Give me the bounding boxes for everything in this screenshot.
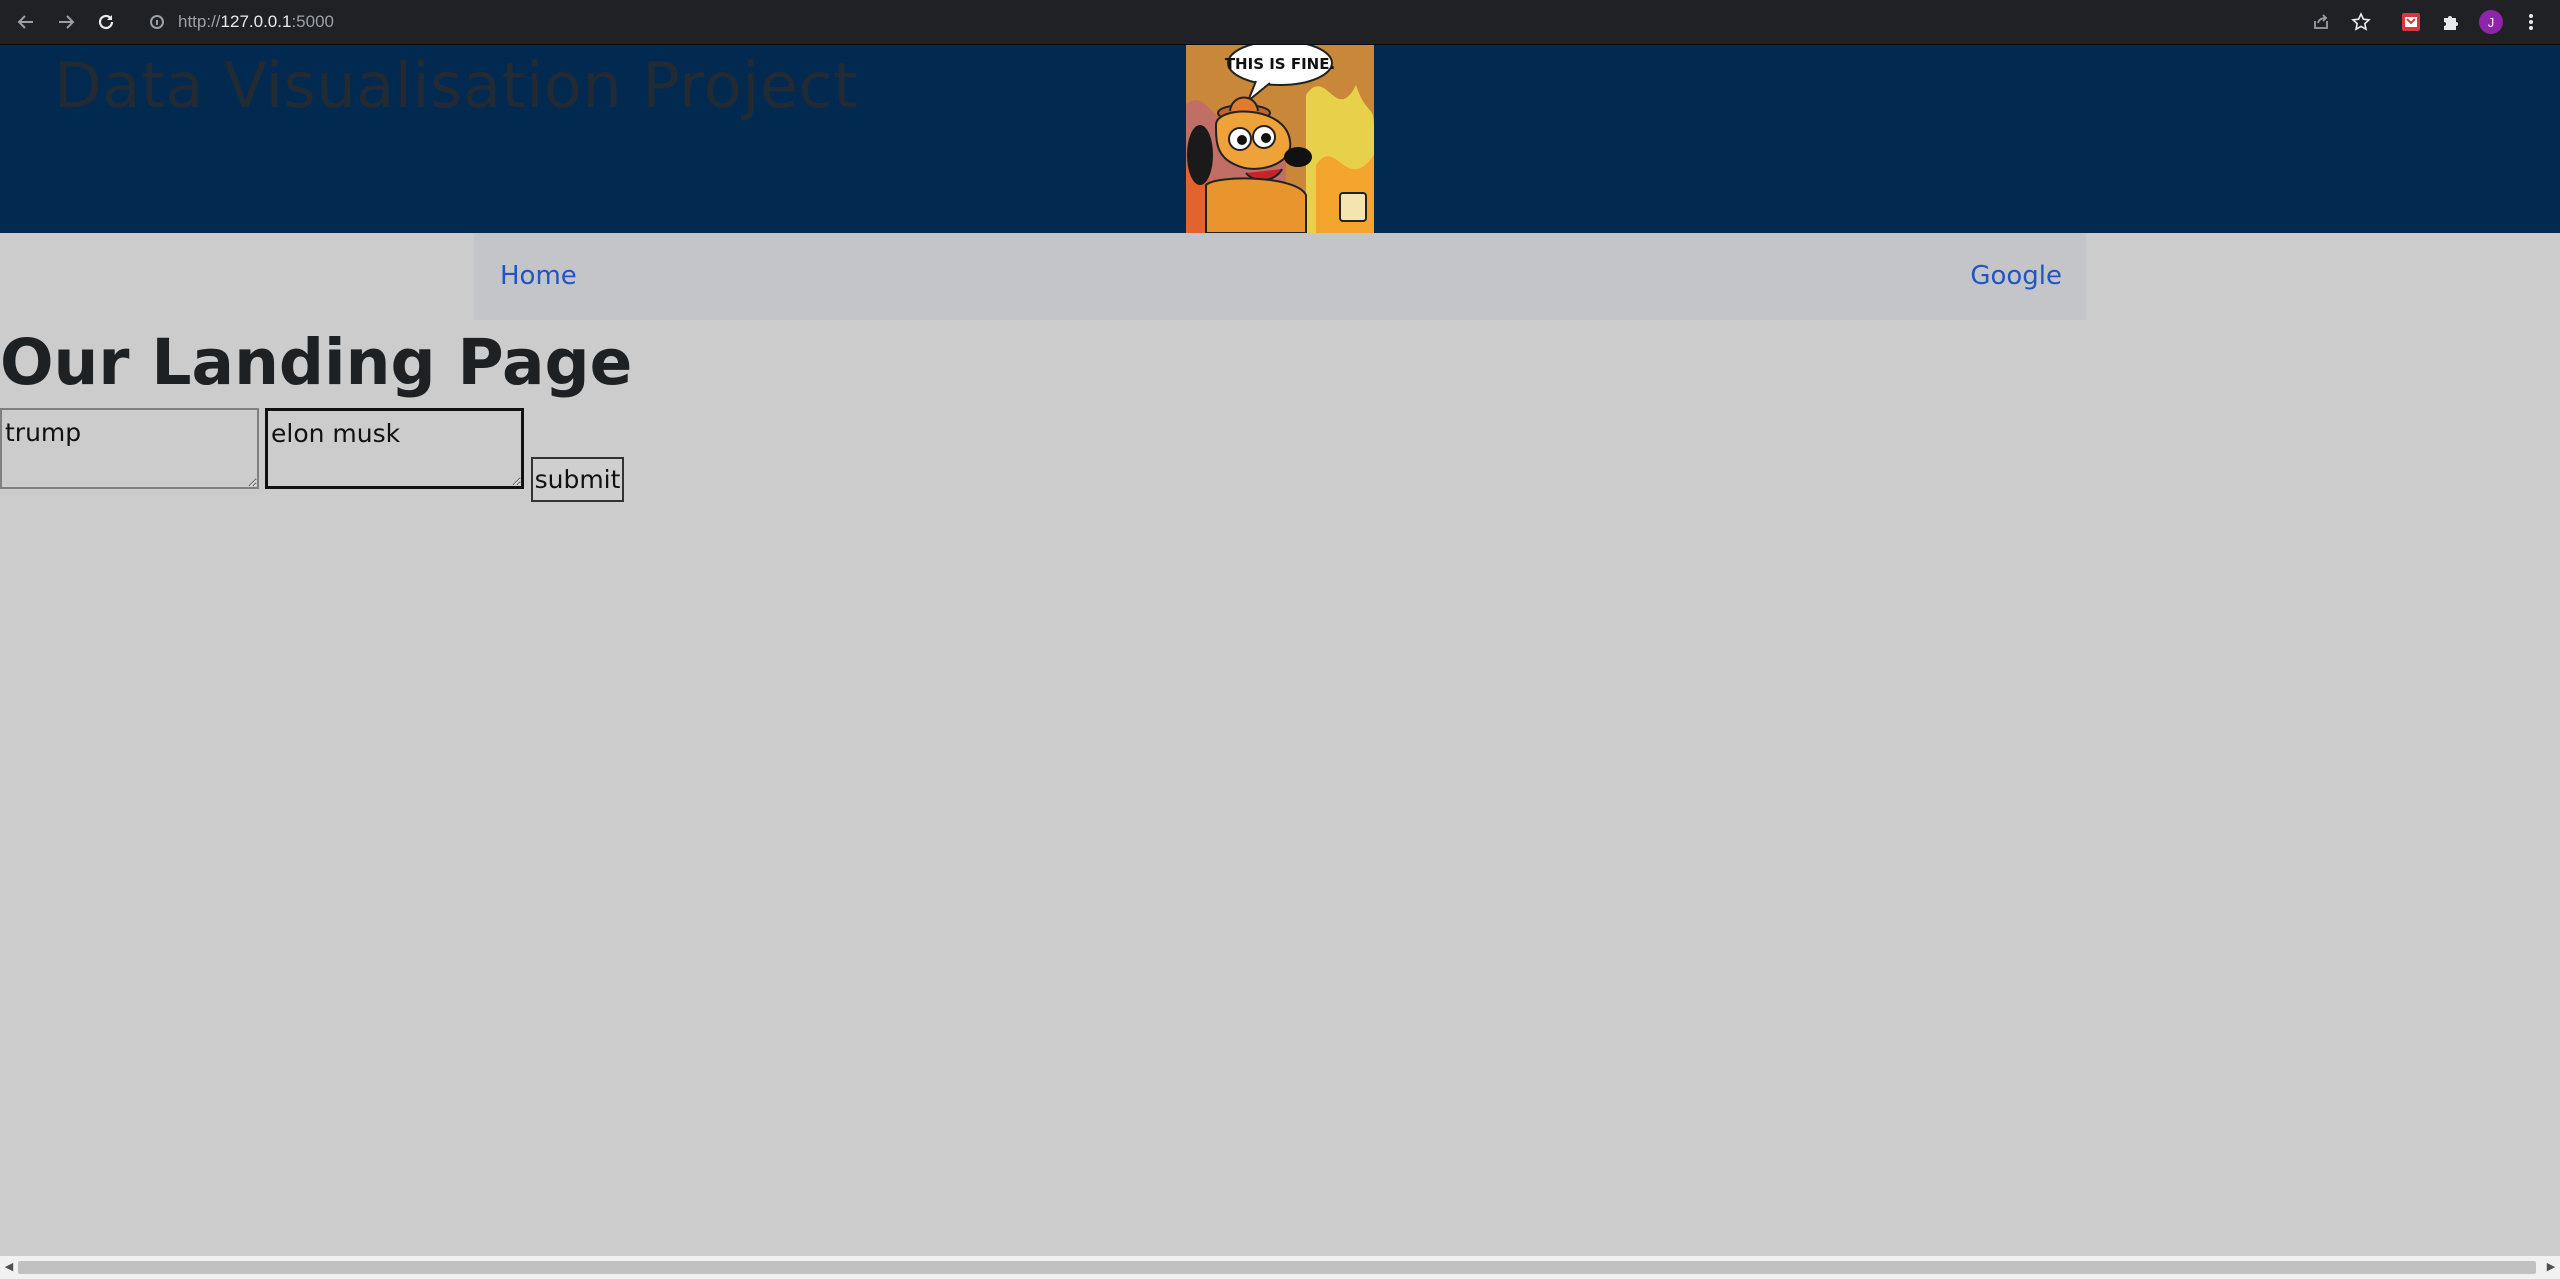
nav-link-google[interactable]: Google (1970, 261, 2062, 291)
this-is-fine-image: THIS IS FINE. (1186, 45, 1374, 233)
address-bar[interactable]: http://127.0.0.1:5000 (140, 7, 1240, 37)
kebab-menu-icon[interactable] (2518, 9, 2544, 35)
forward-icon[interactable] (52, 8, 80, 36)
star-icon[interactable] (2348, 9, 2374, 35)
extension-icon[interactable] (2398, 9, 2424, 35)
submit-button[interactable]: submit (531, 457, 624, 502)
profile-initial: J (2479, 10, 2503, 34)
scrollbar-thumb[interactable] (18, 1261, 2536, 1274)
navbar: Home Google (474, 233, 2086, 320)
search-input-2[interactable]: elon musk (265, 408, 524, 489)
reload-icon[interactable] (92, 8, 120, 36)
scroll-left-icon[interactable]: ◀ (2, 1260, 16, 1274)
site-title: Data Visualisation Project (54, 49, 858, 122)
url-host: 127.0.0.1 (220, 12, 292, 31)
info-icon[interactable] (150, 15, 164, 29)
profile-avatar[interactable]: J (2478, 9, 2504, 35)
site-header: Data Visualisation Project THIS IS FINE. (0, 45, 2560, 233)
horizontal-scrollbar[interactable]: ◀ ▶ (0, 1256, 2560, 1279)
back-icon[interactable] (12, 8, 40, 36)
browser-toolbar: http://127.0.0.1:5000 J (0, 0, 2560, 45)
url-suffix: :5000 (291, 12, 334, 31)
share-icon[interactable] (2308, 9, 2334, 35)
page-heading: Our Landing Page (0, 326, 633, 399)
nav-link-home[interactable]: Home (500, 261, 577, 291)
puzzle-icon[interactable] (2438, 9, 2464, 35)
meme-caption: THIS IS FINE. (1225, 55, 1335, 73)
url-prefix: http:// (178, 12, 221, 31)
scroll-right-icon[interactable]: ▶ (2544, 1260, 2558, 1274)
search-input-1[interactable]: trump (0, 408, 259, 489)
